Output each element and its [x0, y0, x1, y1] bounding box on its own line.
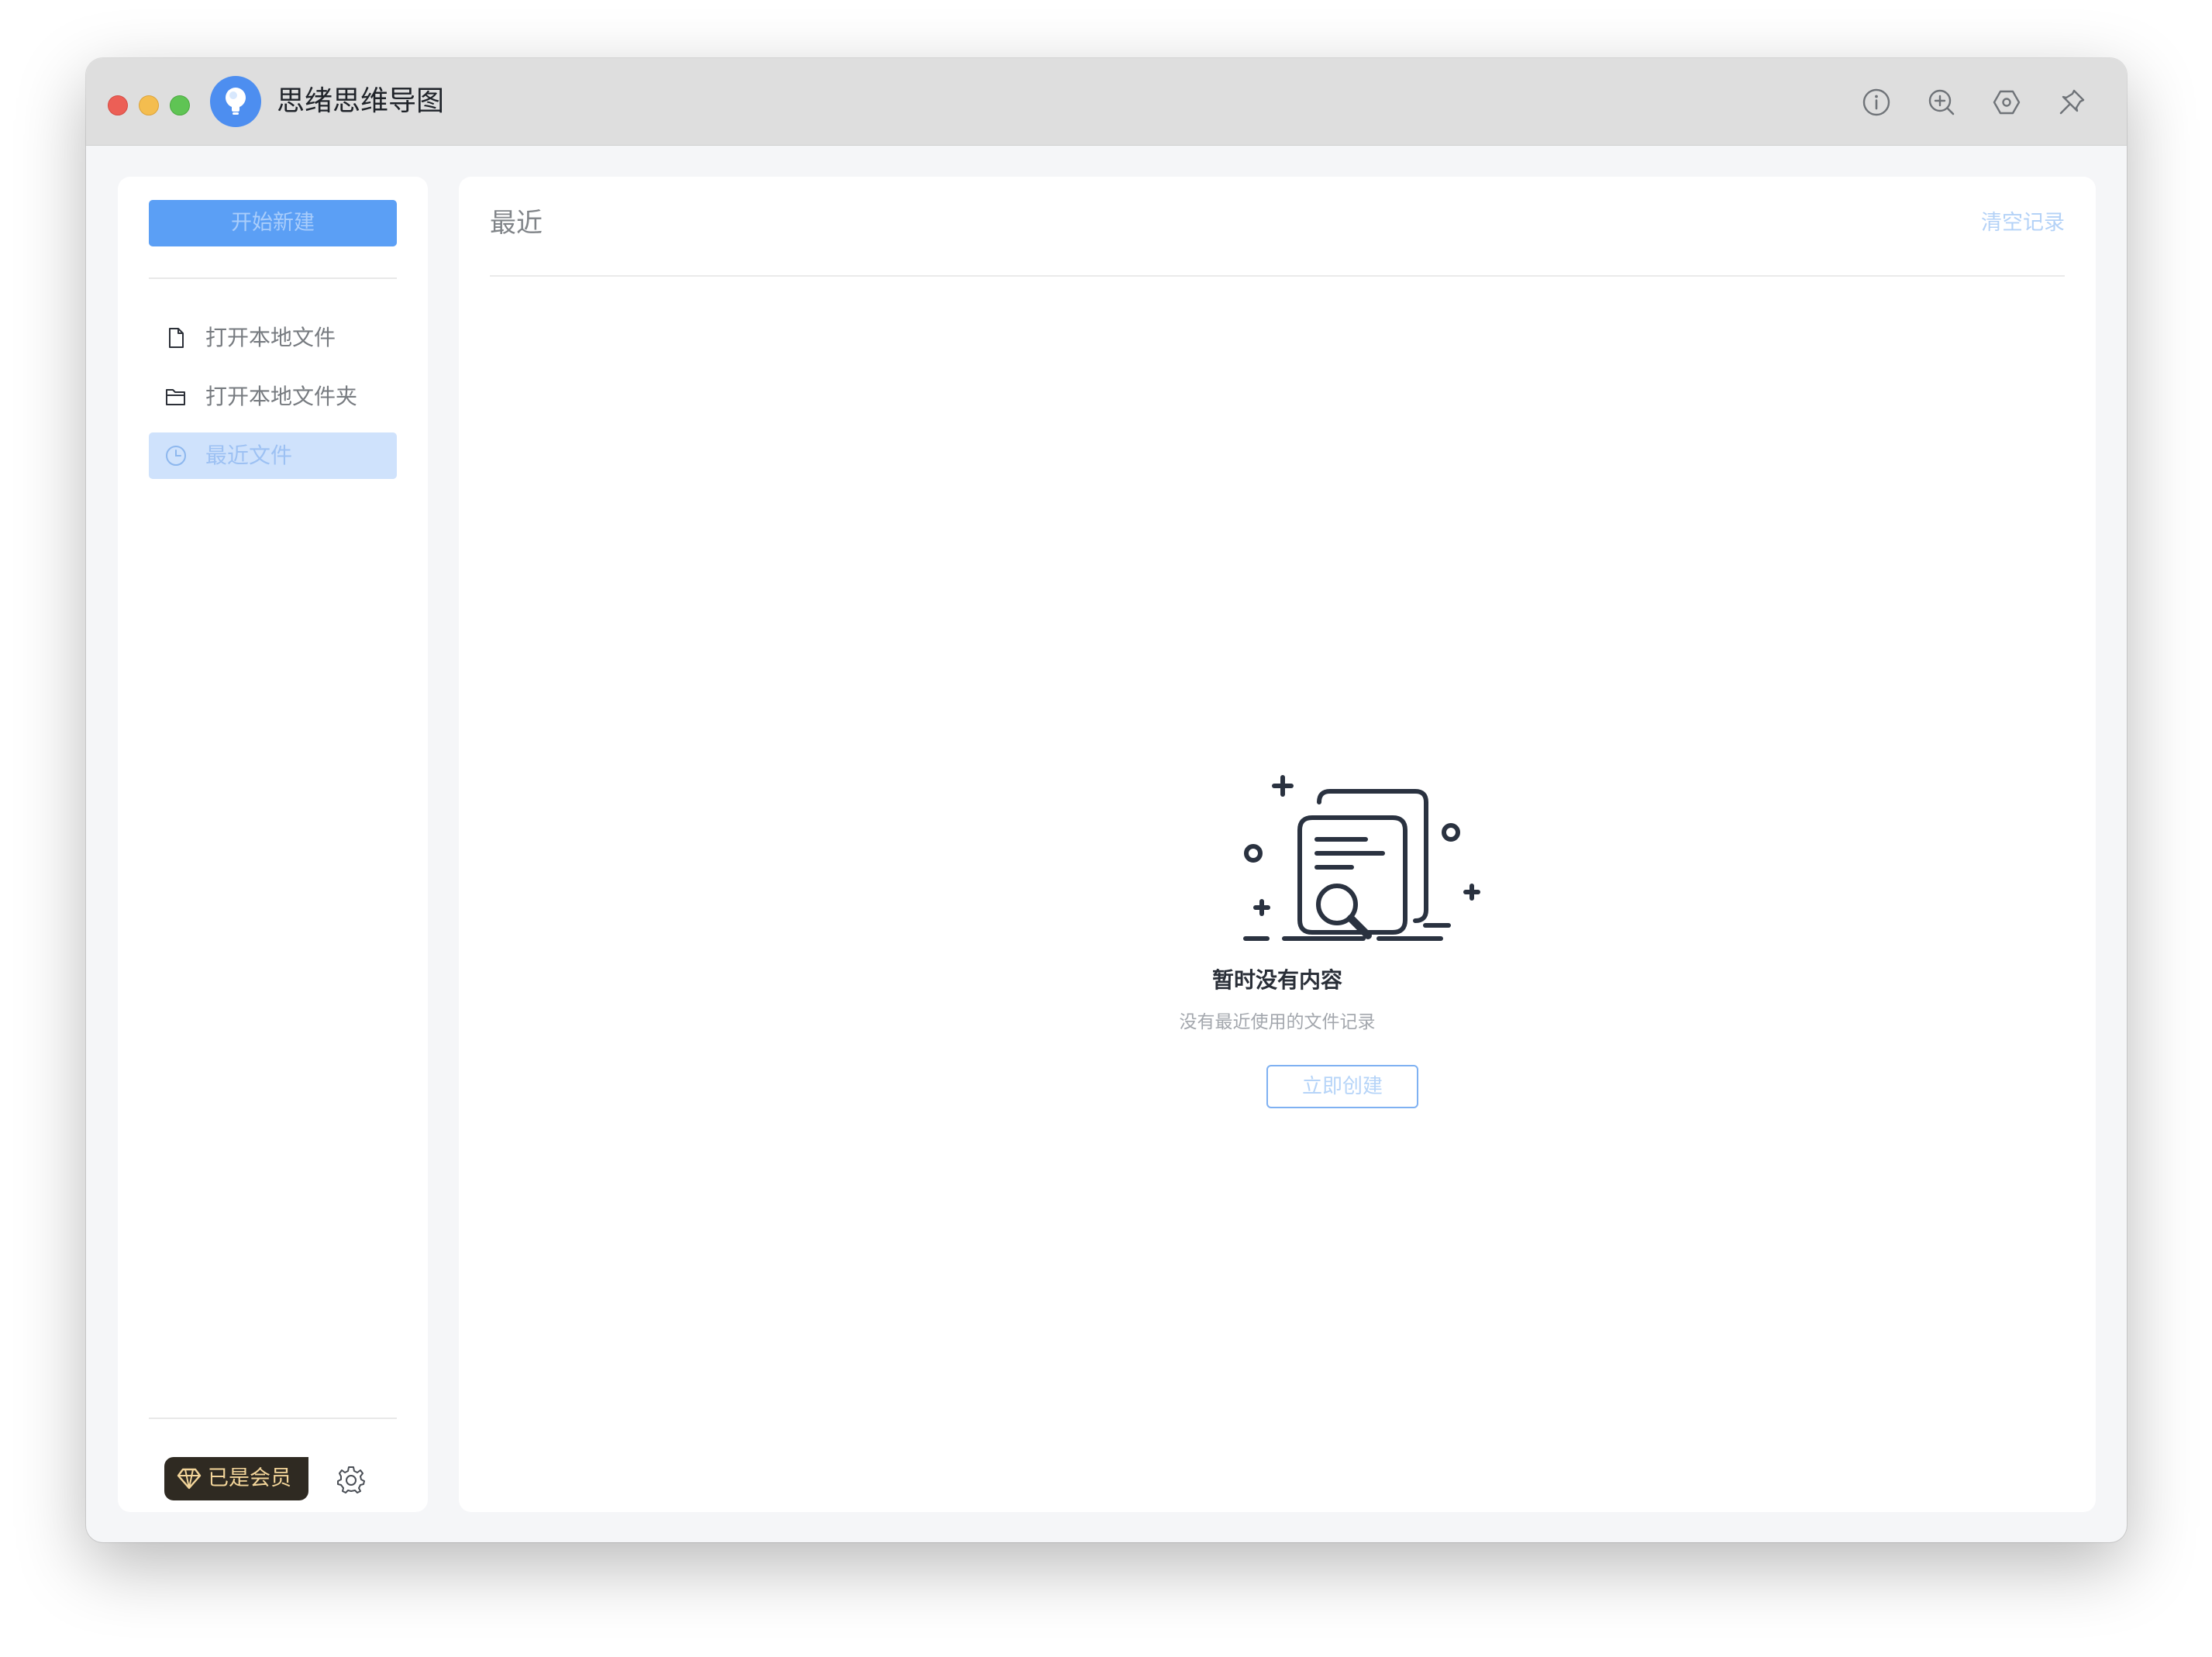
- member-badge-label: 已是会员: [208, 1466, 291, 1490]
- sidebar-item-open-folder[interactable]: 打开本地文件夹: [149, 374, 397, 420]
- app-title: 思绪思维导图: [277, 85, 445, 117]
- new-document-button[interactable]: 开始新建: [149, 200, 397, 246]
- page-title: 最近: [490, 208, 543, 239]
- sidebar: 开始新建 打开本地文件 打开本地文件夹 最近文件 已是会员: [118, 177, 428, 1512]
- zoom-in-icon[interactable]: [1926, 87, 1957, 118]
- sidebar-item-label: 最近文件: [205, 443, 293, 468]
- empty-documents-search-icon: [1243, 775, 1480, 941]
- hexagon-settings-icon[interactable]: [1991, 87, 2022, 118]
- sidebar-divider-bottom: [149, 1418, 397, 1419]
- clear-history-link[interactable]: 清空记录: [1981, 209, 2065, 237]
- diamond-icon: [177, 1468, 202, 1490]
- window-maximize-button[interactable]: [170, 95, 190, 115]
- lightbulb-logo-icon: [210, 76, 261, 127]
- gear-icon[interactable]: [336, 1465, 366, 1494]
- clock-icon: [166, 446, 186, 466]
- main-panel: 最近 清空记录 暂时没有内容 没有最近使用的文件记录 立即创建: [459, 177, 2096, 1512]
- window-minimize-button[interactable]: [139, 95, 159, 115]
- info-icon[interactable]: [1861, 87, 1892, 118]
- sidebar-item-open-file[interactable]: 打开本地文件: [149, 315, 397, 361]
- member-badge[interactable]: 已是会员: [164, 1457, 308, 1500]
- sidebar-item-recent-files[interactable]: 最近文件: [149, 432, 397, 479]
- empty-state-subtitle: 没有最近使用的文件记录: [1179, 1012, 1376, 1032]
- sidebar-item-label: 打开本地文件夹: [205, 384, 358, 409]
- sidebar-divider-top: [149, 277, 397, 279]
- pin-icon[interactable]: [2056, 87, 2087, 118]
- header-divider: [490, 275, 2065, 277]
- create-now-button[interactable]: 立即创建: [1266, 1065, 1418, 1108]
- sidebar-item-label: 打开本地文件: [205, 325, 336, 350]
- folder-icon: [166, 389, 185, 405]
- file-icon: [169, 328, 184, 348]
- app-window: 思绪思维导图 开始新建 打开本地文件 打开本地文件夹 最近文件 已是会员 最近 …: [86, 58, 2127, 1542]
- empty-state-title: 暂时没有内容: [1211, 967, 1342, 993]
- title-bar[interactable]: 思绪思维导图: [86, 58, 2127, 146]
- window-close-button[interactable]: [108, 95, 128, 115]
